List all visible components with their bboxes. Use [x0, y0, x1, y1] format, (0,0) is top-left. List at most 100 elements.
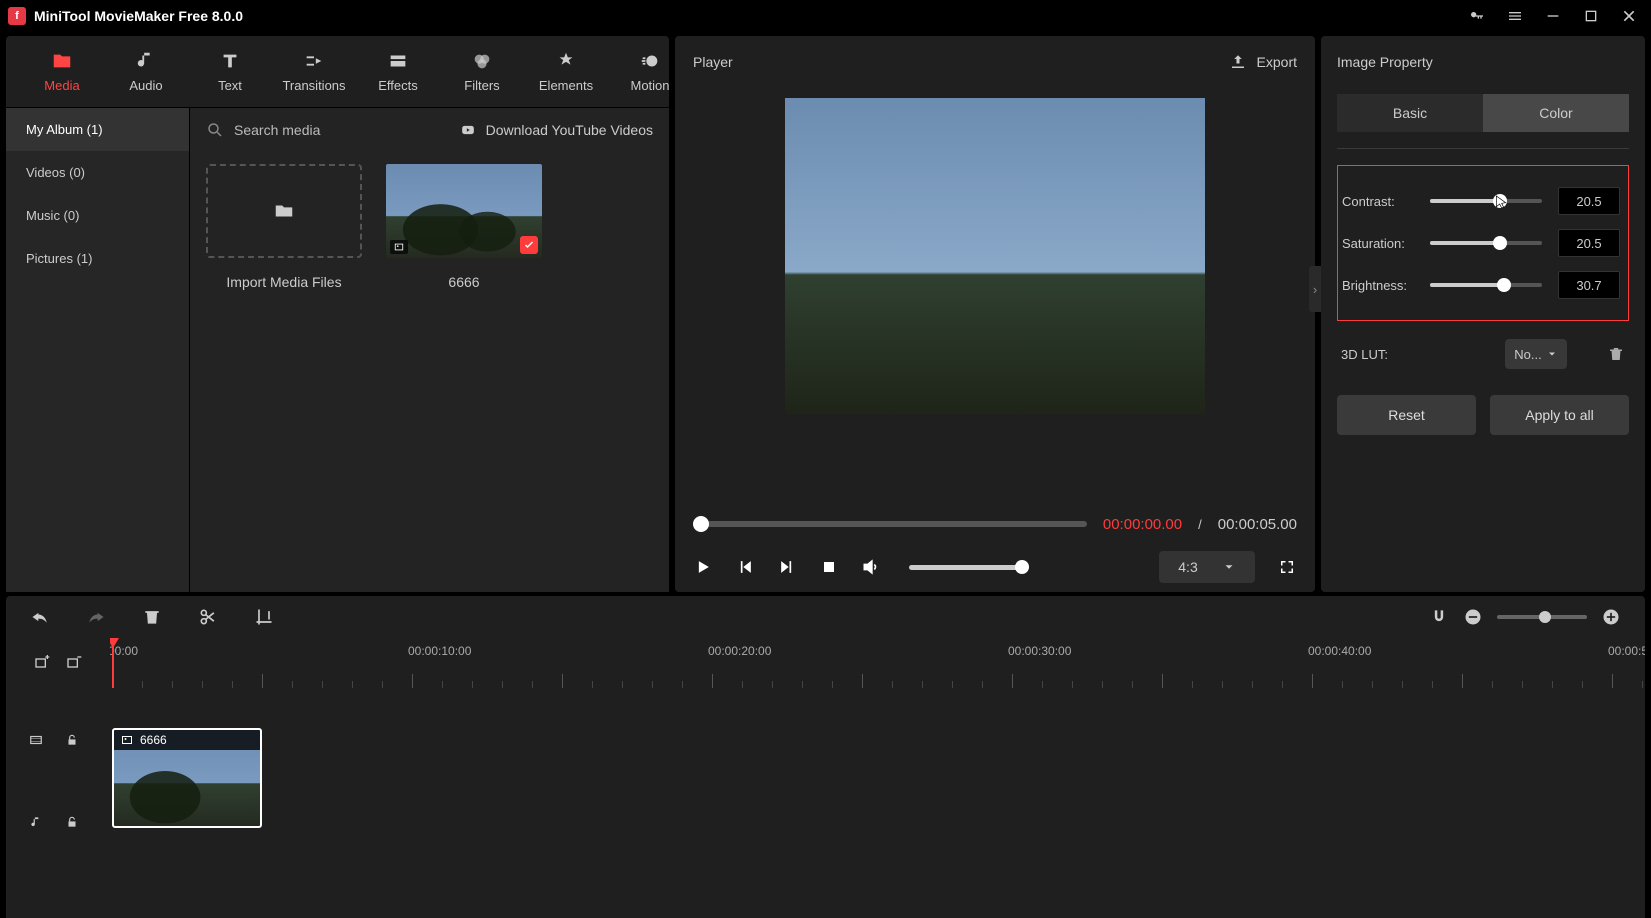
volume-button[interactable] — [861, 557, 881, 577]
delete-button[interactable] — [142, 607, 162, 627]
split-button[interactable] — [198, 607, 218, 627]
brightness-slider[interactable] — [1430, 283, 1542, 287]
minimize-button[interactable] — [1543, 6, 1563, 26]
sidebar-item-music[interactable]: Music (0) — [6, 194, 189, 237]
saturation-value[interactable]: 20.5 — [1558, 229, 1620, 257]
zoom-in-button[interactable] — [1601, 607, 1621, 627]
properties-panel: › Image Property Basic Color Contrast: 2… — [1321, 36, 1645, 592]
time-sep: / — [1198, 517, 1202, 532]
youtube-icon — [458, 123, 478, 137]
apply-all-button[interactable]: Apply to all — [1490, 395, 1629, 435]
brightness-value[interactable]: 30.7 — [1558, 271, 1620, 299]
timeline-toolbar — [6, 596, 1645, 638]
download-label: Download YouTube Videos — [486, 122, 653, 138]
time-total: 00:00:05.00 — [1218, 516, 1297, 533]
lut-select[interactable]: No... — [1505, 339, 1567, 369]
tab-text[interactable]: Text — [188, 36, 272, 107]
snap-icon[interactable] — [1429, 607, 1449, 627]
media-thumbnail — [386, 164, 542, 258]
saturation-label: Saturation: — [1342, 236, 1414, 251]
zoom-out-button[interactable] — [1463, 607, 1483, 627]
menu-icon[interactable] — [1505, 6, 1525, 26]
import-media-button[interactable]: Import Media Files — [206, 164, 362, 290]
remove-track-icon[interactable] — [65, 655, 83, 671]
media-panel: Media Audio Text Transitions Effects Fil… — [6, 36, 669, 592]
close-button[interactable] — [1619, 6, 1639, 26]
player-title: Player — [693, 54, 733, 70]
stop-button[interactable] — [819, 557, 839, 577]
cursor-icon — [1493, 192, 1509, 212]
media-label: 6666 — [448, 274, 479, 290]
tab-media[interactable]: Media — [20, 36, 104, 107]
maximize-button[interactable] — [1581, 6, 1601, 26]
tab-elements[interactable]: Elements — [524, 36, 608, 107]
sidebar-item-videos[interactable]: Videos (0) — [6, 151, 189, 194]
sidebar-item-pictures[interactable]: Pictures (1) — [6, 237, 189, 280]
add-track-icon[interactable] — [33, 655, 51, 671]
app-title: MiniTool MovieMaker Free 8.0.0 — [34, 8, 1467, 24]
aspect-value: 4:3 — [1178, 559, 1197, 575]
trash-icon[interactable] — [1607, 345, 1625, 363]
export-button[interactable]: Export — [1229, 53, 1297, 71]
fullscreen-button[interactable] — [1277, 557, 1297, 577]
clip-label: 6666 — [140, 733, 167, 747]
playhead[interactable] — [112, 638, 114, 688]
tab-transitions[interactable]: Transitions — [272, 36, 356, 107]
brightness-label: Brightness: — [1342, 278, 1414, 293]
tab-label: Text — [218, 78, 242, 93]
volume-slider[interactable] — [909, 565, 1029, 570]
media-item[interactable]: 6666 — [386, 164, 542, 290]
saturation-slider[interactable] — [1430, 241, 1542, 245]
folder-icon — [271, 200, 297, 222]
time-current: 00:00:00.00 — [1103, 516, 1182, 533]
contrast-value[interactable]: 20.5 — [1558, 187, 1620, 215]
zoom-slider[interactable] — [1497, 615, 1587, 619]
tab-label: Motion — [630, 78, 669, 93]
search-input[interactable]: Search media — [234, 122, 448, 138]
timeline-tracks: 6666 — [6, 688, 1645, 918]
tab-label: Elements — [539, 78, 593, 93]
undo-button[interactable] — [30, 607, 50, 627]
seek-slider[interactable] — [693, 521, 1087, 527]
image-icon — [120, 734, 134, 746]
player-panel: Player Export 00:00:00.00 / 00:00:05.00 … — [675, 36, 1315, 592]
timeline-ruler[interactable]: 00:0000:00:10:0000:00:20:0000:00:30:0000… — [6, 638, 1645, 688]
lock-icon[interactable] — [64, 733, 80, 747]
preview-image — [785, 98, 1205, 414]
contrast-label: Contrast: — [1342, 194, 1414, 209]
tab-label: Media — [44, 78, 79, 93]
lock-icon[interactable] — [64, 815, 80, 829]
tab-label: Filters — [464, 78, 499, 93]
reset-button[interactable]: Reset — [1337, 395, 1476, 435]
titlebar: f MiniTool MovieMaker Free 8.0.0 — [0, 0, 1651, 32]
tab-color[interactable]: Color — [1483, 94, 1629, 132]
image-badge-icon — [390, 240, 408, 254]
aspect-select[interactable]: 4:3 — [1159, 551, 1255, 583]
lut-label: 3D LUT: — [1341, 347, 1413, 362]
redo-button[interactable] — [86, 607, 106, 627]
chevron-down-icon — [1222, 560, 1236, 574]
contrast-slider[interactable] — [1430, 199, 1542, 203]
search-icon — [206, 121, 224, 139]
tab-filters[interactable]: Filters — [440, 36, 524, 107]
crop-button[interactable] — [254, 607, 274, 627]
export-icon — [1229, 53, 1247, 71]
tab-audio[interactable]: Audio — [104, 36, 188, 107]
lut-value: No... — [1514, 347, 1541, 362]
import-label: Import Media Files — [226, 274, 341, 290]
next-frame-button[interactable] — [777, 557, 797, 577]
prev-frame-button[interactable] — [735, 557, 755, 577]
play-button[interactable] — [693, 557, 713, 577]
video-track-icon — [28, 733, 44, 747]
key-icon[interactable] — [1467, 6, 1487, 26]
properties-title: Image Property — [1337, 36, 1629, 88]
check-badge-icon — [520, 236, 538, 254]
collapse-toggle[interactable]: › — [1309, 266, 1321, 312]
media-sidebar: My Album (1) Videos (0) Music (0) Pictur… — [6, 108, 190, 592]
tab-label: Transitions — [282, 78, 345, 93]
tab-effects[interactable]: Effects — [356, 36, 440, 107]
tab-basic[interactable]: Basic — [1337, 94, 1483, 132]
sidebar-item-album[interactable]: My Album (1) — [6, 108, 189, 151]
download-youtube-button[interactable]: Download YouTube Videos — [458, 122, 653, 138]
timeline-clip[interactable]: 6666 — [112, 728, 262, 828]
